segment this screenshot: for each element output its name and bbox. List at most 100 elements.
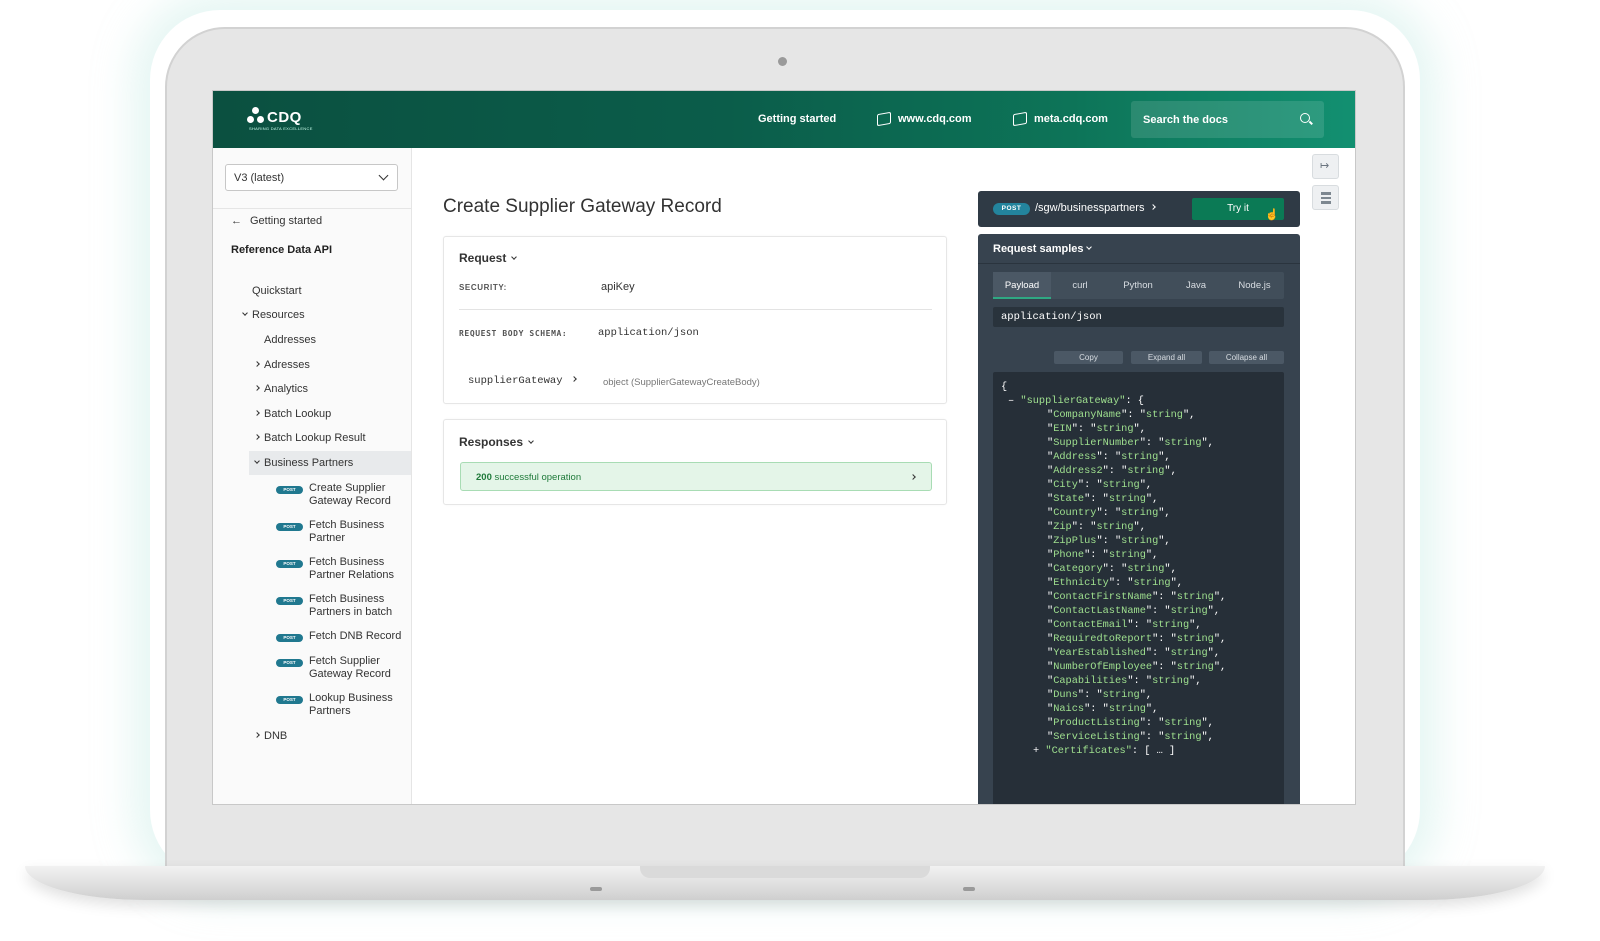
- arrow-right-bar-icon: ↦: [1320, 160, 1330, 172]
- code-field-value: string: [1176, 661, 1214, 673]
- code-field-value: string: [1176, 633, 1214, 645]
- code-field-key: Zip: [1053, 521, 1072, 533]
- expand-all-button[interactable]: Expand all: [1131, 351, 1202, 364]
- tab-python[interactable]: Python: [1109, 272, 1167, 299]
- tab-java[interactable]: Java: [1167, 272, 1225, 299]
- response-200[interactable]: 200 successful operation: [460, 462, 932, 491]
- search-input[interactable]: Search the docs: [1131, 101, 1324, 138]
- sidebar-op-fetch-bp-batch[interactable]: Fetch Business Partners in batch: [309, 593, 409, 619]
- code-field-key: Phone: [1053, 549, 1085, 561]
- sidebar-item-label: Analytics: [264, 383, 309, 395]
- code-field-value: string: [1127, 563, 1165, 575]
- nav-cdq-website[interactable]: www.cdq.com: [877, 111, 972, 127]
- request-samples-panel: Request samples Payload curl Python Java…: [978, 234, 1300, 804]
- logo-text: CDQ: [267, 108, 302, 126]
- code-field-line: "Phone": "string",: [1047, 549, 1159, 561]
- code-field-line: "City": "string",: [1047, 479, 1153, 491]
- panel-layout-button[interactable]: [1312, 185, 1339, 210]
- sidebar-item-addresses[interactable]: Addresses: [264, 334, 316, 347]
- sidebar-item-quickstart[interactable]: Quickstart: [252, 285, 302, 298]
- code-field-value: string: [1121, 507, 1159, 519]
- code-field-key: Duns: [1053, 689, 1078, 701]
- sidebar-item-resources[interactable]: Resources: [242, 309, 305, 322]
- post-method-badge: POST: [276, 597, 303, 605]
- post-method-badge: POST: [276, 523, 303, 531]
- code-field-key: Ethnicity: [1053, 577, 1109, 589]
- code-sample: { – "supplierGateway": { "CompanyName": …: [993, 372, 1284, 804]
- code-field-value: string: [1152, 675, 1190, 687]
- post-method-badge: POST: [276, 560, 303, 568]
- nav-meta-cdq[interactable]: meta.cdq.com: [1013, 111, 1108, 127]
- code-field-value: string: [1121, 451, 1159, 463]
- code-field-key: ContactEmail: [1053, 619, 1128, 631]
- cdq-logo-icon: [247, 107, 265, 127]
- laptop-foot: [963, 887, 975, 891]
- code-field-key: ContactLastName: [1053, 605, 1146, 617]
- sidebar-op-create-supplier-gateway[interactable]: Create Supplier Gateway Record: [309, 482, 409, 508]
- sidebar-item-dnb[interactable]: DNB: [254, 730, 287, 743]
- collapse-toggle[interactable]: –: [1008, 395, 1014, 407]
- chevron-down-icon: [242, 310, 248, 316]
- copy-button[interactable]: Copy: [1054, 351, 1123, 364]
- responses-heading: Responses: [459, 435, 524, 449]
- tab-nodejs[interactable]: Node.js: [1225, 272, 1284, 299]
- sidebar-op-fetch-business-partner[interactable]: Fetch Business Partner: [309, 519, 409, 545]
- code-field-value: string: [1127, 465, 1165, 477]
- request-card: Request SECURITY: apiKey REQUEST BODY SC…: [443, 236, 947, 404]
- code-field-key: EIN: [1053, 423, 1072, 435]
- sidebar-divider: [213, 208, 411, 209]
- sidebar-item-label: Business Partners: [264, 457, 354, 469]
- code-field-line: "ContactEmail": "string",: [1047, 619, 1202, 631]
- field-name: supplierGateway: [468, 375, 563, 387]
- post-method-badge: POST: [276, 486, 303, 494]
- code-field-value: string: [1164, 731, 1202, 743]
- nav-label: www.cdq.com: [898, 113, 972, 125]
- code-field-key: Address2: [1053, 465, 1103, 477]
- arrow-left-icon: ←: [231, 215, 242, 227]
- endpoint-path[interactable]: /sgw/businesspartners: [1035, 202, 1160, 214]
- content-type-select[interactable]: application/json: [993, 307, 1284, 327]
- code-field-value: string: [1133, 577, 1171, 589]
- post-method-badge: POST: [993, 203, 1030, 215]
- sidebar-item-adresses[interactable]: Adresses: [254, 359, 310, 372]
- code-field-value: string: [1170, 605, 1208, 617]
- code-field-line: "ContactLastName": "string",: [1047, 605, 1221, 617]
- post-method-badge: POST: [276, 696, 303, 704]
- expand-toggle[interactable]: +: [1033, 745, 1039, 757]
- code-field-line: "RequiredtoReport": "string",: [1047, 633, 1227, 645]
- sidebar-item-batch-lookup[interactable]: Batch Lookup: [254, 408, 331, 421]
- screen: CDQ SHARING DATA EXCELLENCE Getting star…: [212, 90, 1356, 805]
- sidebar-op-fetch-dnb-record[interactable]: Fetch DNB Record: [309, 630, 419, 643]
- sidebar-item-label: Resources: [252, 309, 305, 321]
- top-navigation-bar: CDQ SHARING DATA EXCELLENCE Getting star…: [213, 91, 1355, 148]
- sidebar-op-fetch-bp-relations[interactable]: Fetch Business Partner Relations: [309, 556, 409, 582]
- code-root-key: supplierGateway: [1026, 395, 1120, 407]
- sidebar-back-link[interactable]: ← Getting started: [231, 215, 322, 228]
- code-field-key: YearEstablished: [1053, 647, 1146, 659]
- tab-curl[interactable]: curl: [1051, 272, 1109, 299]
- sidebar-op-fetch-supplier-gateway[interactable]: Fetch Supplier Gateway Record: [309, 655, 409, 681]
- collapse-all-button[interactable]: Collapse all: [1209, 351, 1284, 364]
- code-field-line: "State": "string",: [1047, 493, 1159, 505]
- code-field-value: string: [1164, 437, 1202, 449]
- post-method-badge: POST: [276, 659, 303, 667]
- sidebar-item-batch-lookup-result[interactable]: Batch Lookup Result: [254, 432, 366, 445]
- field-supplier-gateway[interactable]: supplierGateway: [468, 375, 581, 387]
- sidebar-item-business-partners[interactable]: Business Partners: [249, 451, 411, 475]
- version-select[interactable]: V3 (latest): [225, 164, 398, 191]
- collapse-panel-button[interactable]: ↦: [1312, 154, 1339, 179]
- responses-toggle[interactable]: Responses: [459, 435, 534, 449]
- code-field-line: "NumberOfEmployee": "string",: [1047, 661, 1227, 673]
- request-samples-toggle[interactable]: Request samples: [978, 234, 1300, 264]
- sidebar-item-analytics[interactable]: Analytics: [254, 383, 309, 396]
- chevron-right-icon: [570, 376, 577, 382]
- request-toggle[interactable]: Request: [459, 251, 518, 265]
- chevron-right-icon: [254, 732, 260, 738]
- samples-heading: Request samples: [993, 243, 1084, 255]
- code-field-key: ZipPlus: [1053, 535, 1097, 547]
- sidebar-op-lookup-business-partners[interactable]: Lookup Business Partners: [309, 692, 409, 718]
- nav-getting-started[interactable]: Getting started: [758, 113, 836, 125]
- tab-payload[interactable]: Payload: [993, 272, 1051, 299]
- cdq-logo[interactable]: CDQ: [247, 107, 302, 127]
- list-icon: [1321, 192, 1331, 204]
